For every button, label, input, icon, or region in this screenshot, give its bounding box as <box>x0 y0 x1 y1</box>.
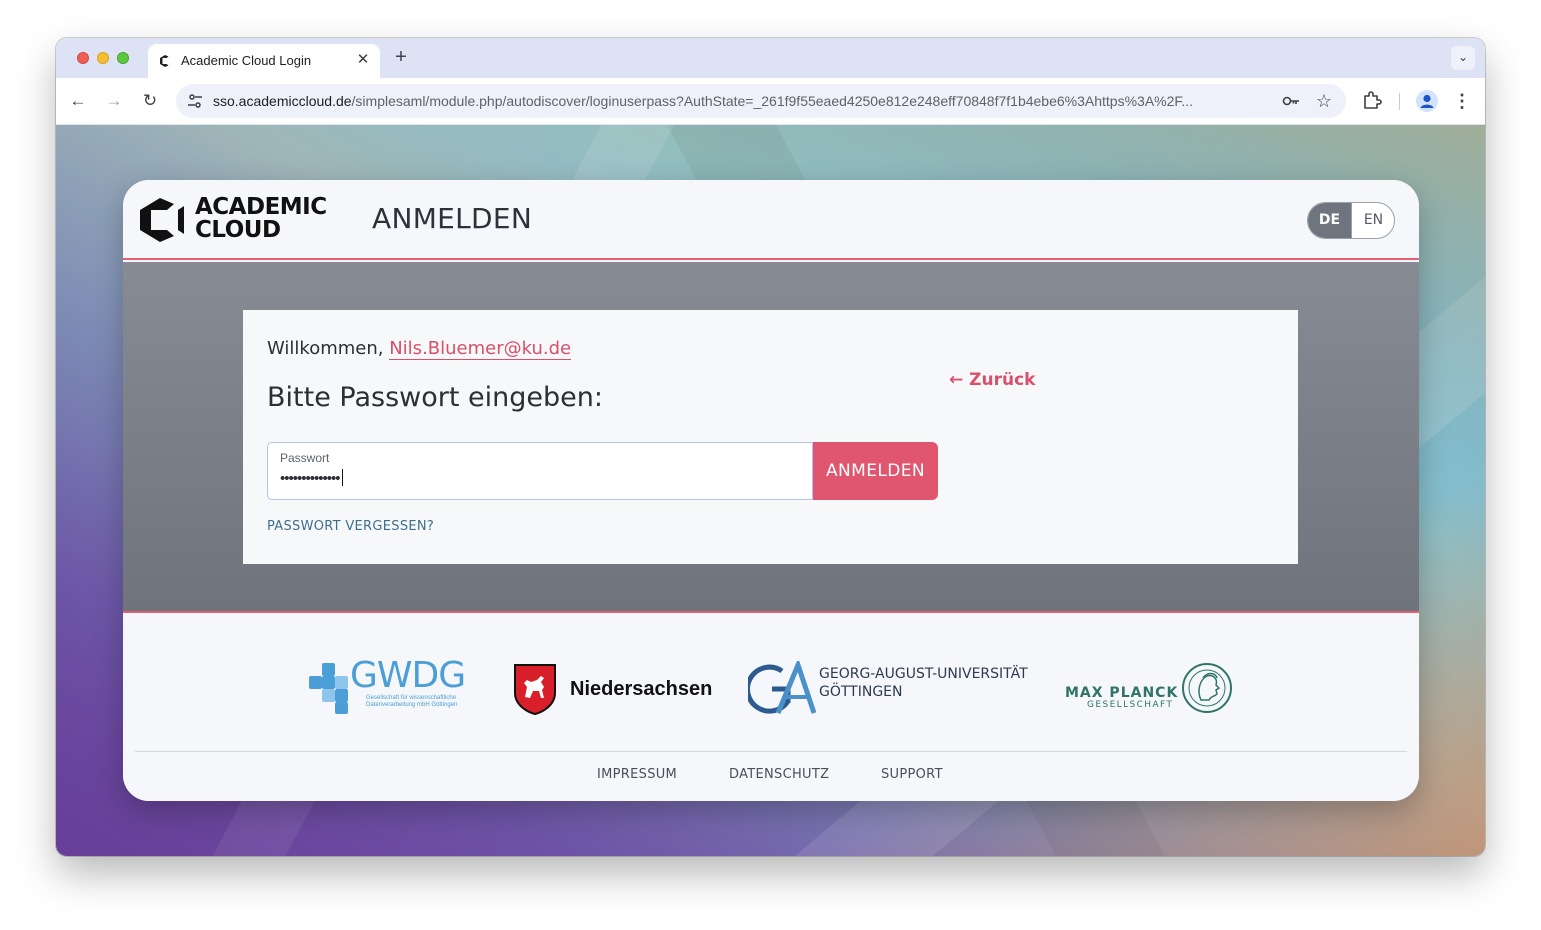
card-header: ACADEMIC CLOUD ANMELDEN DE EN <box>123 180 1419 260</box>
max-planck-logo[interactable]: MAX PLANCK GESELLSCHAFT <box>1063 659 1235 717</box>
gwdg-subtitle-line-1: Gesellschaft für wissenschaftliche <box>366 695 457 701</box>
extensions-puzzle-icon[interactable] <box>1362 90 1382 110</box>
person-icon <box>1420 94 1434 108</box>
niedersachsen-logo[interactable]: Niedersachsen <box>513 663 728 715</box>
niedersachsen-wordmark: Niedersachsen <box>570 678 713 700</box>
minimize-window-button[interactable] <box>97 52 109 64</box>
login-section: Willkommen, Nils.Bluemer@ku.de Bitte Pas… <box>123 262 1419 613</box>
goettingen-university-logo[interactable]: GEORG-AUGUST-UNIVERSITÄT GÖTTINGEN <box>748 661 1038 717</box>
login-form: Willkommen, Nils.Bluemer@ku.de Bitte Pas… <box>243 310 1298 564</box>
maximize-window-button[interactable] <box>117 52 129 64</box>
welcome-prefix: Willkommen, <box>267 338 384 359</box>
address-bar[interactable]: sso.academiccloud.de/simplesaml/module.p… <box>176 84 1346 118</box>
url-text[interactable]: sso.academiccloud.de/simplesaml/module.p… <box>213 93 1273 109</box>
password-label: Passwort <box>280 451 330 465</box>
login-card: ACADEMIC CLOUD ANMELDEN DE EN Willkommen… <box>123 180 1419 801</box>
user-email-link[interactable]: Nils.Bluemer@ku.de <box>389 338 572 360</box>
password-masked-value: •••••••••••••• <box>280 470 341 487</box>
site-settings-icon[interactable] <box>186 92 204 110</box>
bookmark-star-icon[interactable]: ☆ <box>1316 90 1332 112</box>
goettingen-line-1: GEORG-AUGUST-UNIVERSITÄT <box>819 666 1028 682</box>
max-planck-wordmark: MAX PLANCK <box>1065 685 1179 701</box>
password-field[interactable]: Passwort •••••••••••••• <box>267 442 813 500</box>
password-key-icon[interactable] <box>1282 93 1300 109</box>
page-viewport: ACADEMIC CLOUD ANMELDEN DE EN Willkommen… <box>56 125 1485 856</box>
academic-cloud-logo-text[interactable]: ACADEMIC CLOUD <box>195 196 327 242</box>
goettingen-wordmark: GEORG-AUGUST-UNIVERSITÄT GÖTTINGEN <box>819 665 1028 701</box>
url-host: sso.academiccloud.de <box>213 93 352 109</box>
tab-title: Academic Cloud Login <box>181 53 312 68</box>
lang-en-button[interactable]: EN <box>1351 203 1394 238</box>
profile-avatar-icon[interactable] <box>1416 90 1438 112</box>
logo-line-2: CLOUD <box>195 217 281 243</box>
tab-strip: Academic Cloud Login ✕ + ⌄ <box>56 38 1485 78</box>
tab-search-chevron-icon[interactable]: ⌄ <box>1451 46 1475 70</box>
gwdg-wordmark: GWDG <box>350 655 466 696</box>
forgot-password-link[interactable]: PASSWORT VERGESSEN? <box>267 519 434 534</box>
datenschutz-link[interactable]: DATENSCHUTZ <box>729 767 829 782</box>
academic-cloud-icon <box>160 55 169 67</box>
support-link[interactable]: SUPPORT <box>881 767 943 782</box>
gwdg-subtitle: Gesellschaft für wissenschaftliche Daten… <box>366 695 457 709</box>
back-link[interactable]: ← Zurück <box>949 370 1035 390</box>
login-submit-button[interactable]: ANMELDEN <box>813 442 938 500</box>
gwdg-subtitle-line-2: Datenverarbeitung mbH Göttingen <box>366 702 458 708</box>
goettingen-line-2: GÖTTINGEN <box>819 684 903 700</box>
browser-tab-active[interactable]: Academic Cloud Login ✕ <box>148 44 380 78</box>
language-switch: DE EN <box>1307 202 1395 239</box>
text-caret <box>341 469 343 486</box>
minerva-seal-icon <box>1182 663 1232 713</box>
max-planck-subtitle: GESELLSCHAFT <box>1087 700 1174 710</box>
academic-cloud-logo-icon <box>140 198 184 242</box>
card-footer: GWDG Gesellschaft für wissenschaftliche … <box>123 615 1419 801</box>
toolbar-divider <box>1399 93 1400 110</box>
forward-button[interactable]: → <box>102 89 126 113</box>
password-input[interactable]: •••••••••••••• <box>280 469 343 487</box>
page-title: ANMELDEN <box>372 202 533 235</box>
gwdg-logo[interactable]: GWDG Gesellschaft für wissenschaftliche … <box>308 655 480 715</box>
new-tab-button[interactable]: + <box>391 47 411 67</box>
browser-toolbar: ← → ↻ sso.academiccloud.de/simplesaml/mo… <box>56 78 1485 125</box>
browser-window: Academic Cloud Login ✕ + ⌄ ← → ↻ sso.aca… <box>56 38 1485 856</box>
url-path: /simplesaml/module.php/autodiscover/logi… <box>351 93 1194 109</box>
close-window-button[interactable] <box>77 52 89 64</box>
browser-menu-icon[interactable]: ⋮ <box>1452 89 1472 113</box>
partner-logos: GWDG Gesellschaft für wissenschaftliche … <box>123 615 1419 751</box>
impressum-link[interactable]: IMPRESSUM <box>597 767 677 782</box>
logo-line-1: ACADEMIC <box>195 194 327 220</box>
reload-button[interactable]: ↻ <box>138 89 162 113</box>
back-button[interactable]: ← <box>66 89 90 113</box>
goettingen-ga-mark-icon <box>748 661 816 714</box>
footer-divider <box>135 751 1407 752</box>
niedersachsen-crest-icon <box>514 664 556 715</box>
welcome-message: Willkommen, Nils.Bluemer@ku.de <box>267 338 572 360</box>
password-heading: Bitte Passwort eingeben: <box>267 382 603 413</box>
close-tab-icon[interactable]: ✕ <box>354 51 372 69</box>
lang-de-button[interactable]: DE <box>1308 203 1351 238</box>
